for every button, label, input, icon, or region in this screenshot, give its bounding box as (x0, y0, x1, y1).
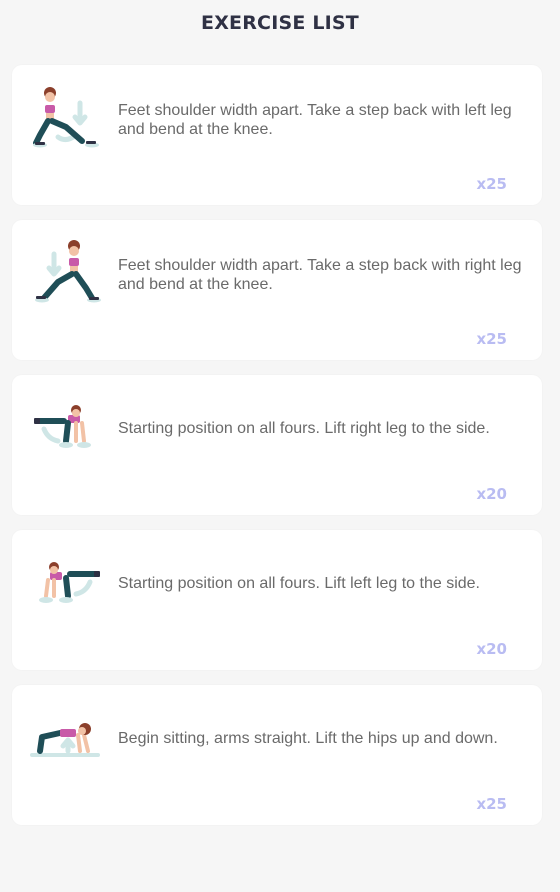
hip-raise-icon (30, 703, 104, 777)
exercise-description: Starting position on all fours. Lift lef… (118, 575, 480, 592)
exercise-card-1[interactable]: Feet shoulder width apart. Take a step b… (12, 65, 542, 205)
lunge-right-leg-icon (30, 238, 104, 312)
exercise-count: x25 (476, 175, 507, 193)
exercise-card-4[interactable]: Starting position on all fours. Lift lef… (12, 530, 542, 670)
exercise-count: x25 (476, 795, 507, 813)
exercise-count: x25 (476, 330, 507, 348)
exercise-description: Begin sitting, arms straight. Lift the h… (118, 730, 498, 747)
exercise-card-2[interactable]: Feet shoulder width apart. Take a step b… (12, 220, 542, 360)
exercise-count: x20 (476, 640, 507, 658)
exercise-card-3[interactable]: Starting position on all fours. Lift rig… (12, 375, 542, 515)
side-leg-lift-left-icon (30, 548, 104, 622)
exercise-description: Feet shoulder width apart. Take a step b… (118, 257, 522, 293)
lunge-left-leg-icon (30, 83, 104, 157)
side-leg-lift-right-icon (30, 393, 104, 467)
exercise-count: x20 (476, 485, 507, 503)
page-title: EXERCISE LIST (201, 12, 359, 34)
exercise-description: Starting position on all fours. Lift rig… (118, 420, 490, 437)
exercise-card-5[interactable]: Begin sitting, arms straight. Lift the h… (12, 685, 542, 825)
exercise-description: Feet shoulder width apart. Take a step b… (118, 102, 512, 138)
header: EXERCISE LIST (0, 0, 560, 46)
